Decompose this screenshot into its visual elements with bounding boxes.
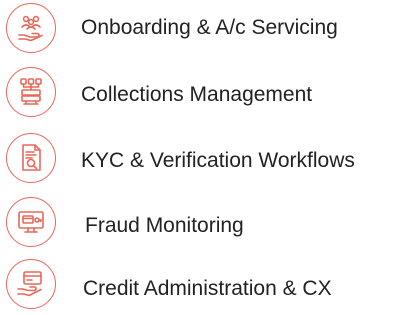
list-item-collections: Collections Management bbox=[0, 64, 404, 120]
list-item-kyc: KYC & Verification Workflows bbox=[0, 130, 404, 186]
list-item-onboarding: Onboarding & A/c Servicing bbox=[0, 0, 404, 56]
item-label: Collections Management bbox=[81, 83, 313, 106]
list-item-fraud: Fraud Monitoring bbox=[0, 194, 404, 250]
item-label: KYC & Verification Workflows bbox=[81, 149, 355, 172]
fraud-monitor-icon bbox=[6, 197, 56, 247]
list-item-credit: Credit Administration & CX bbox=[0, 256, 404, 312]
credit-card-hand-icon bbox=[6, 259, 56, 309]
item-label: Fraud Monitoring bbox=[85, 214, 244, 237]
kyc-document-icon bbox=[6, 133, 56, 183]
onboarding-icon bbox=[6, 3, 56, 53]
services-list: Onboarding & A/c Servicing Collections M… bbox=[0, 0, 404, 315]
item-label: Credit Administration & CX bbox=[83, 277, 332, 300]
item-label: Onboarding & A/c Servicing bbox=[81, 16, 338, 39]
collections-icon bbox=[6, 67, 56, 117]
